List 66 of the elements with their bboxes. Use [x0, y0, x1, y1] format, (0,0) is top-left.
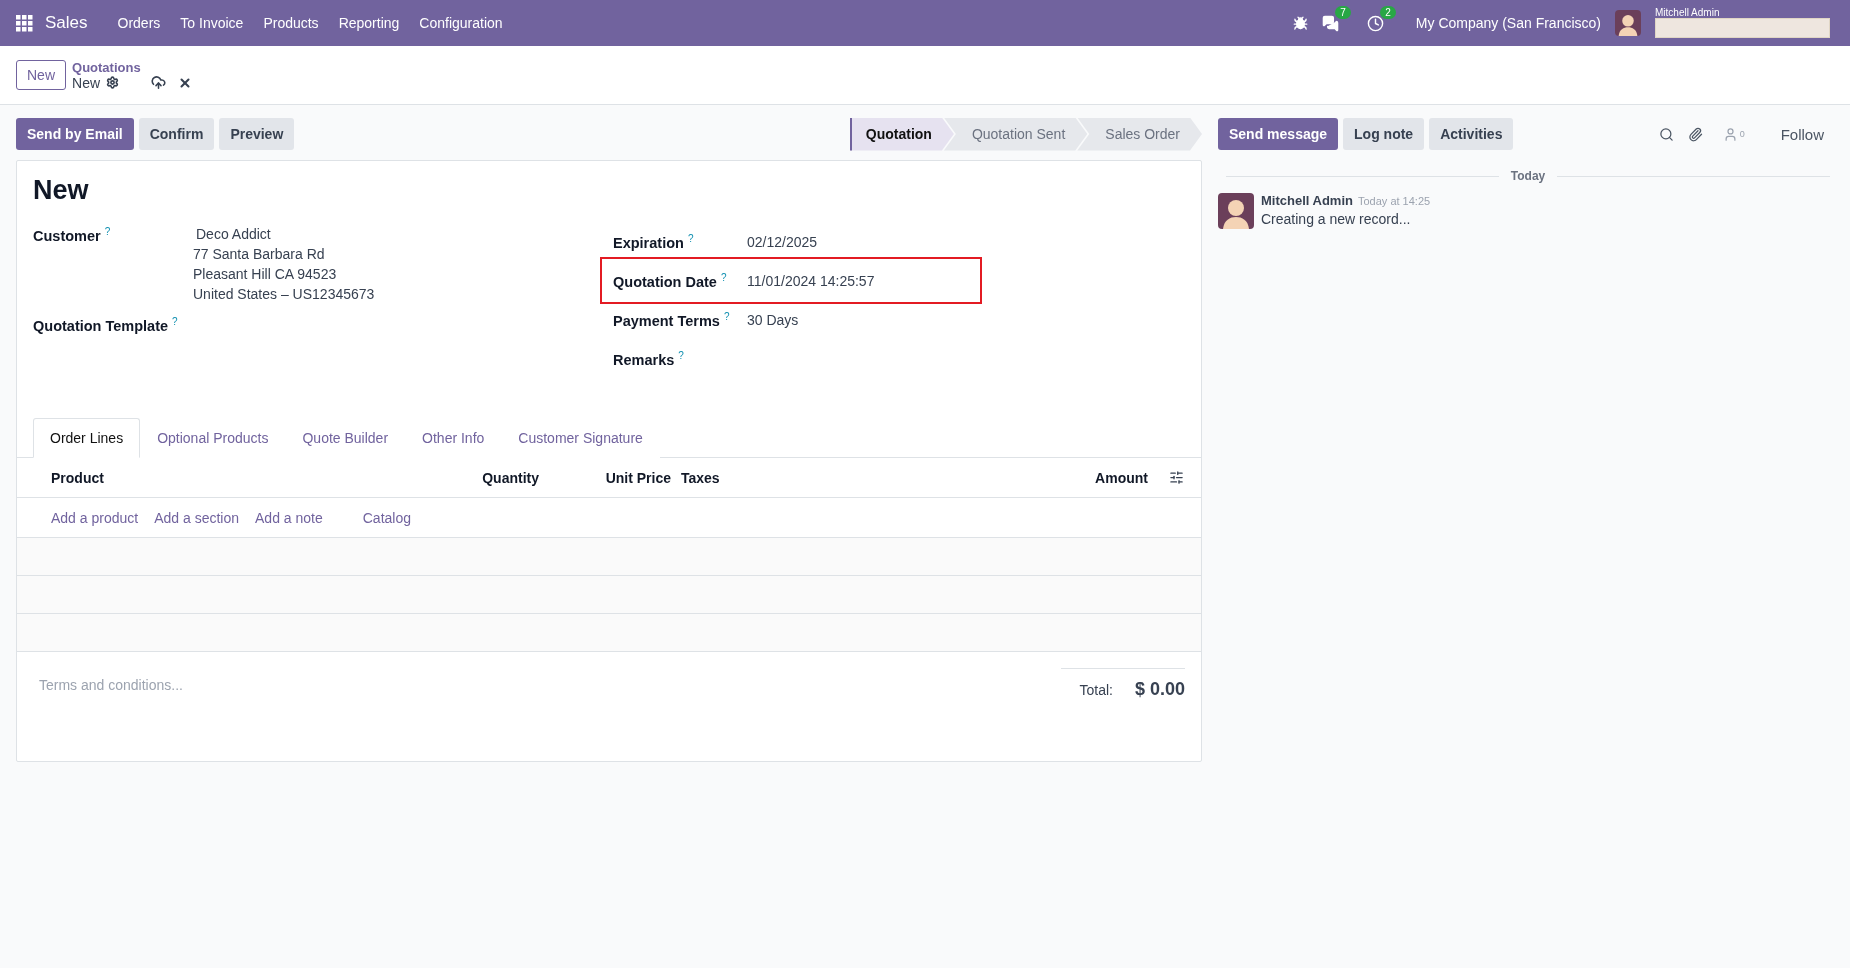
status-step[interactable]: Sales Order [1077, 117, 1202, 151]
user-avatar [1615, 10, 1641, 36]
tab[interactable]: Order Lines [33, 418, 141, 458]
bug-icon[interactable] [1292, 15, 1308, 31]
breadcrumb-link[interactable]: Quotations [72, 59, 193, 75]
field-label: Customer $^{?}$ [33, 226, 112, 246]
settings-icon[interactable] [106, 76, 120, 89]
sliders-icon[interactable] [1169, 470, 1184, 485]
add-line-link[interactable]: Catalog [362, 509, 411, 526]
chatter-button[interactable]: Log note [1343, 118, 1425, 150]
menu-item[interactable]: Configuration [409, 15, 513, 31]
field-label: Payment Terms $^{?}$ [613, 310, 731, 329]
add-line-link[interactable]: Add a product [51, 509, 139, 526]
follower-count: 0 [1739, 129, 1745, 139]
chatter-button[interactable]: Send message [1218, 118, 1339, 150]
field-value: United States – US12345673 [193, 286, 376, 302]
action-button[interactable]: Preview [219, 118, 295, 150]
message-author: Mitchell Admin [1261, 193, 1353, 208]
cloud-upload-icon[interactable] [151, 75, 167, 90]
date-divider: Today [1510, 169, 1546, 183]
author-avatar [1218, 193, 1254, 229]
close-icon[interactable] [178, 75, 193, 90]
message-count-badge: 7 [1335, 5, 1351, 19]
message-body: Creating a new record... [1261, 211, 1412, 227]
column-header[interactable]: Quantity [441, 469, 539, 486]
column-header[interactable]: Taxes [671, 469, 1028, 486]
total-label: Total: [1079, 681, 1113, 698]
add-line-link[interactable]: Add a section [154, 509, 239, 526]
total-amount: $ 0.00 [1134, 679, 1185, 700]
menu-item[interactable]: Reporting [328, 15, 410, 31]
search-icon[interactable] [1658, 126, 1674, 142]
follow-button[interactable]: Follow [1774, 124, 1830, 144]
apps-menu-icon[interactable] [16, 14, 33, 32]
message-time: Today at 14:25 [1357, 195, 1431, 207]
column-header[interactable]: Unit Price [539, 469, 671, 486]
field-value: 77 Santa Barbara Rd [193, 246, 326, 262]
company-name[interactable]: My Company (San Francisco) [1415, 15, 1601, 31]
field-value[interactable]: 11/01/2024 14:25:57 [747, 272, 980, 289]
column-header[interactable]: Amount [1028, 469, 1148, 486]
action-button[interactable]: Confirm [138, 118, 215, 150]
field-value: Pleasant Hill CA 94523 [193, 266, 338, 282]
field-label: Expiration $^{?}$ [613, 232, 695, 251]
field-value: Deco Addict [195, 226, 272, 242]
menu-item[interactable]: To Invoice [170, 15, 254, 31]
clock-icon[interactable] [1366, 14, 1384, 32]
menu-item[interactable]: Products [253, 15, 329, 31]
app-name[interactable]: Sales [45, 13, 88, 33]
activity-count-badge: 2 [1380, 5, 1396, 19]
field-label: Remarks $^{?}$ [613, 349, 685, 368]
field-label: Quotation Template $^{?}$ [33, 316, 179, 334]
field-label: Quotation Date $^{?}$ [613, 271, 728, 290]
field-value[interactable]: 30 Days [747, 311, 980, 328]
paperclip-icon[interactable] [1687, 126, 1703, 142]
chat-icon[interactable] [1321, 14, 1339, 32]
record-title: New [33, 175, 90, 206]
chatter-button[interactable]: Activities [1429, 118, 1514, 150]
status-step[interactable]: Quotation [849, 117, 954, 151]
add-line-link[interactable]: Add a note [255, 509, 323, 526]
field-value[interactable]: 02/12/2025 [747, 233, 980, 250]
new-button[interactable]: New [16, 60, 66, 90]
action-button[interactable]: Send by Email [16, 118, 134, 150]
menu-item[interactable]: Orders [107, 15, 171, 31]
status-step[interactable]: Quotation Sent [943, 117, 1088, 151]
user-name: Mitchell Admin [1655, 8, 1721, 18]
column-header[interactable]: Product [51, 469, 441, 486]
record-name: New [72, 74, 101, 91]
